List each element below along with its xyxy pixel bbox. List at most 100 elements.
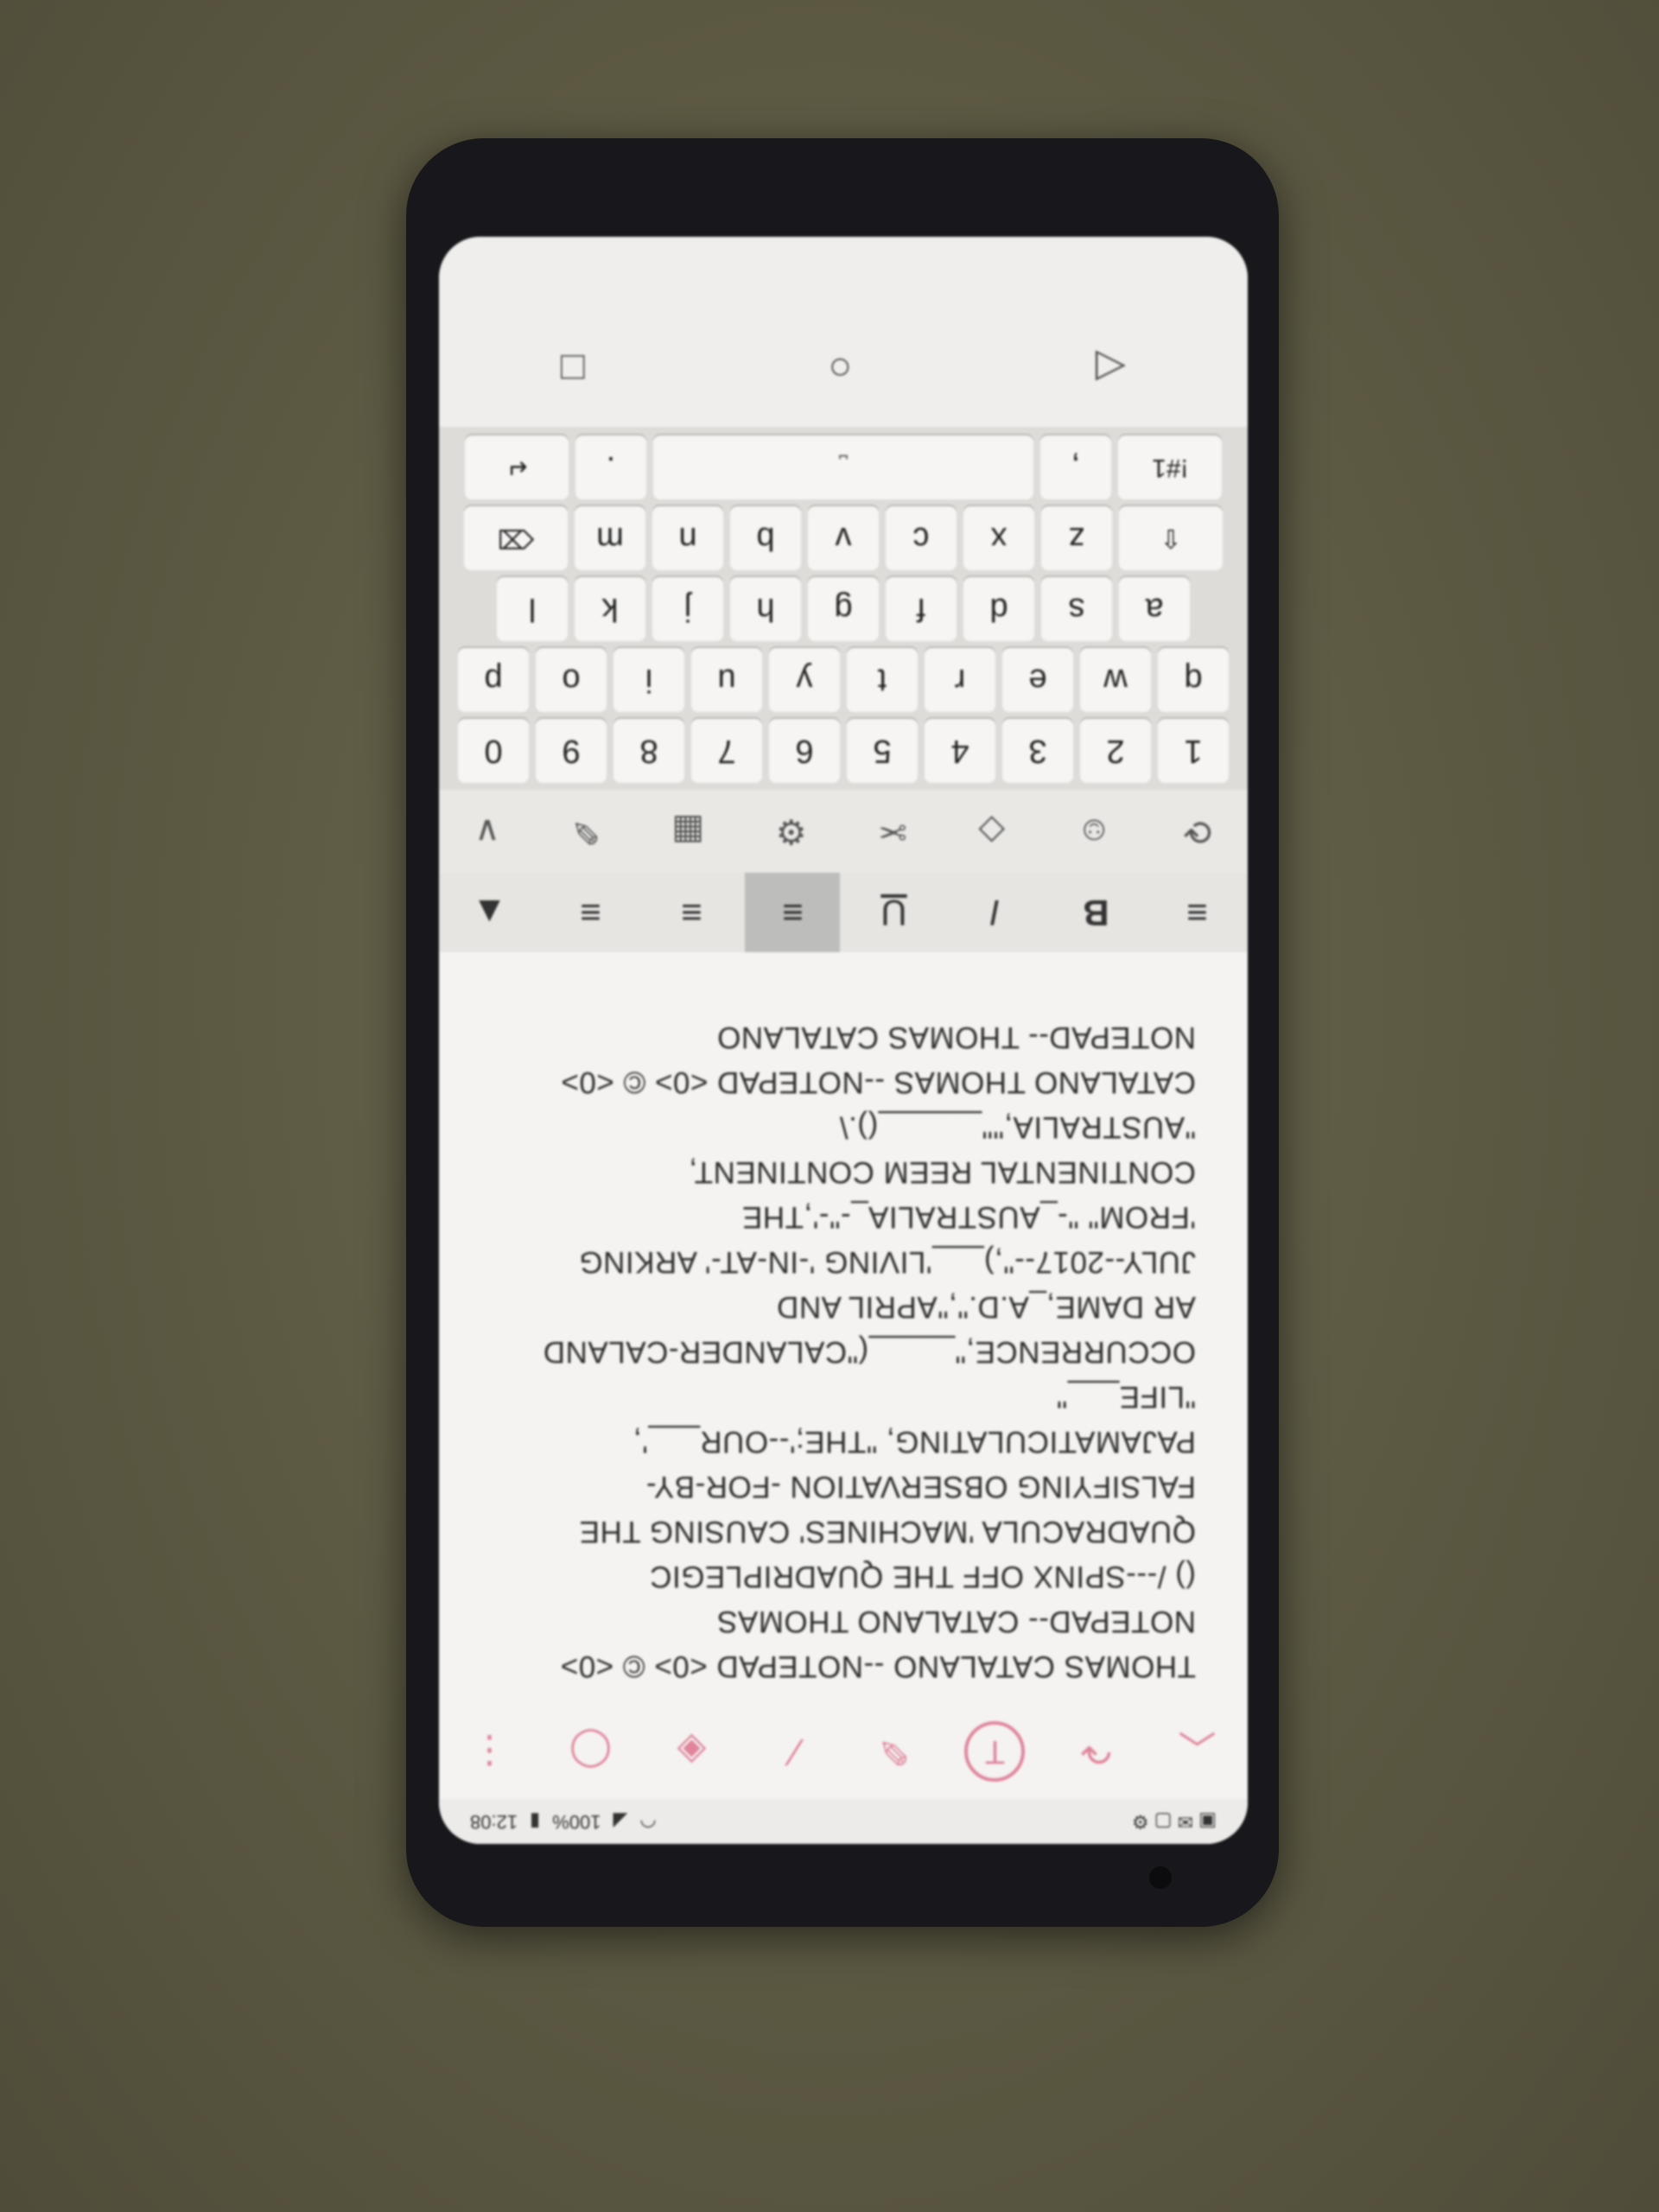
key[interactable]: 2 [1080, 719, 1151, 783]
key[interactable]: d [963, 577, 1034, 641]
battery-percent: 100% [552, 1811, 601, 1833]
note-line: "AUSTRALIA,""______().\ [839, 1110, 1196, 1144]
align-left-button[interactable]: ≡ [745, 873, 841, 952]
note-line: QUADRACULA 'MACHINES' CAUSING THE [579, 1515, 1196, 1548]
key[interactable]: n [652, 506, 723, 570]
keyboard-row-3: ⇧ z x c v b n m ⌫ [444, 506, 1243, 570]
text-icon[interactable]: T [964, 1721, 1026, 1782]
keyboard-row-1: q w e r t y u i o p [444, 648, 1243, 712]
key[interactable]: c [886, 506, 957, 570]
note-line: OCCURRENCE,"_____("CALANDER-CALAND [543, 1335, 1196, 1369]
wifi-icon: ◠ [639, 1811, 657, 1833]
key[interactable]: j [652, 577, 723, 641]
key[interactable]: x [963, 506, 1034, 570]
handwriting-icon[interactable]: ✎ [571, 811, 601, 851]
key[interactable]: f [886, 577, 957, 641]
underline-button[interactable]: U [847, 873, 942, 952]
list-button[interactable]: ≡ [1150, 873, 1245, 952]
sticker-icon[interactable]: ◇ [978, 811, 1005, 851]
eraser-icon[interactable]: ◈ [662, 1721, 722, 1782]
key[interactable]: b [730, 506, 801, 570]
back-icon[interactable]: ◁ [1096, 346, 1126, 392]
signal-icon: ◢ [613, 1811, 628, 1833]
key[interactable]: 1 [1158, 719, 1229, 783]
settings-icon[interactable]: ⚙ [776, 811, 807, 851]
bold-button[interactable]: B [1049, 873, 1144, 952]
keyboard-row-2: a s d f g h j k l [444, 577, 1243, 641]
period-key[interactable]: . [575, 435, 646, 499]
note-line: CONTINENTAL REEM CONTINENT, [688, 1155, 1196, 1189]
phone-screen: ▣ ✉ ▢ ⚙ ◠ ◢ 100% ▮ 12:08 ︿ ↷ T ✎ ∕ ◈ ◯ ⋮… [439, 237, 1248, 1844]
shift-key[interactable]: ⇧ [1119, 506, 1223, 570]
key[interactable]: 4 [925, 719, 995, 783]
key[interactable]: p [458, 648, 529, 712]
recents-icon[interactable]: □ [561, 346, 585, 392]
pen-icon[interactable]: ✎ [864, 1721, 925, 1782]
key[interactable]: 6 [769, 719, 840, 783]
format-toolbar: ≡ B I U ≡ ≡ ≡ ▲ [439, 873, 1248, 952]
backspace-key[interactable]: ⌫ [464, 506, 568, 570]
clipboard-icon[interactable]: ✂ [878, 811, 907, 851]
note-line: PAJAMATICULATING, "THE;'--OUR___', [632, 1425, 1196, 1459]
status-left-icons: ▣ ✉ ▢ ⚙ [1131, 1811, 1217, 1833]
more-icon[interactable]: ⋮ [460, 1721, 520, 1782]
key[interactable]: g [808, 577, 879, 641]
keyboard-row-4: !#1 , ⎵ . ↵ [444, 435, 1243, 499]
home-icon[interactable]: ○ [828, 346, 852, 392]
comma-key[interactable]: , [1040, 435, 1111, 499]
chevron-down-icon[interactable]: ∨ [474, 811, 499, 851]
key[interactable]: y [769, 648, 840, 712]
note-body[interactable]: THOMAS CATALANO --NOTEPAD <0> © <0> NOTE… [487, 980, 1196, 1688]
align-right-button[interactable]: ≡ [543, 873, 639, 952]
pen-toolbar: ︿ ↷ T ✎ ∕ ◈ ◯ ⋮ [439, 1704, 1248, 1799]
note-line: 'FROM" "-_AUSTRALIA_-"-',THE [741, 1200, 1196, 1234]
key[interactable]: u [691, 648, 762, 712]
chevron-up-icon[interactable]: ︿ [1167, 1721, 1228, 1782]
redo-icon[interactable]: ↷ [1066, 1721, 1127, 1782]
key[interactable]: v [808, 506, 879, 570]
key[interactable]: a [1119, 577, 1190, 641]
italic-button[interactable]: I [948, 873, 1043, 952]
key[interactable]: r [925, 648, 995, 712]
lasso-icon[interactable]: ◯ [561, 1721, 621, 1782]
note-line: JULY--2017--",)___'LIVING '-IN-AT-' ARKI… [578, 1245, 1196, 1279]
key[interactable]: h [730, 577, 801, 641]
highlighter-icon[interactable]: ∕ [763, 1721, 823, 1782]
key[interactable]: e [1002, 648, 1073, 712]
note-line: FALSIFYING OBSERVATION -FOR-BY- [645, 1470, 1196, 1503]
note-line: NOTEPAD-- THOMAS CATALANO [716, 1020, 1196, 1054]
sync-icon[interactable]: ⟳ [1183, 811, 1212, 851]
key[interactable]: q [1158, 648, 1229, 712]
clock: 12:08 [470, 1811, 518, 1833]
keyboard-tools-bar: ⟳ ☺ ◇ ✂ ⚙ ▦ ✎ ∨ [439, 790, 1248, 873]
key[interactable]: 8 [613, 719, 684, 783]
key[interactable]: m [575, 506, 645, 570]
space-key[interactable]: ⎵ [653, 435, 1033, 499]
emoji-icon[interactable]: ☺ [1077, 812, 1112, 851]
key[interactable]: w [1080, 648, 1151, 712]
enter-key[interactable]: ↵ [465, 435, 569, 499]
key[interactable]: 7 [691, 719, 762, 783]
key[interactable]: s [1041, 577, 1112, 641]
keyboard-mode-icon[interactable]: ▦ [671, 811, 704, 851]
key[interactable]: l [497, 577, 568, 641]
key[interactable]: k [575, 577, 645, 641]
battery-icon: ▮ [530, 1811, 541, 1833]
symbols-key[interactable]: !#1 [1118, 435, 1222, 499]
key[interactable]: 5 [847, 719, 918, 783]
key[interactable]: 9 [536, 719, 607, 783]
key[interactable]: o [536, 648, 607, 712]
note-line: () /---SPINX OFF THE QUADRIPLEGIC [649, 1560, 1196, 1593]
key[interactable]: 0 [458, 719, 529, 783]
note-line: CATALANO THOMAS --NOTEPAD <0> © <0> [560, 1065, 1196, 1099]
keyboard-number-row: 1 2 3 4 5 6 7 8 9 0 [444, 719, 1243, 783]
align-center-button[interactable]: ≡ [645, 873, 740, 952]
navigation-bar: ◁ ○ □ [439, 237, 1248, 427]
key[interactable]: i [613, 648, 684, 712]
note-line: "LIFE___" [1056, 1380, 1196, 1414]
key[interactable]: z [1041, 506, 1112, 570]
key[interactable]: t [847, 648, 918, 712]
text-color-button[interactable]: ▲ [442, 873, 537, 952]
status-bar: ▣ ✉ ▢ ⚙ ◠ ◢ 100% ▮ 12:08 [439, 1799, 1248, 1844]
key[interactable]: 3 [1002, 719, 1073, 783]
